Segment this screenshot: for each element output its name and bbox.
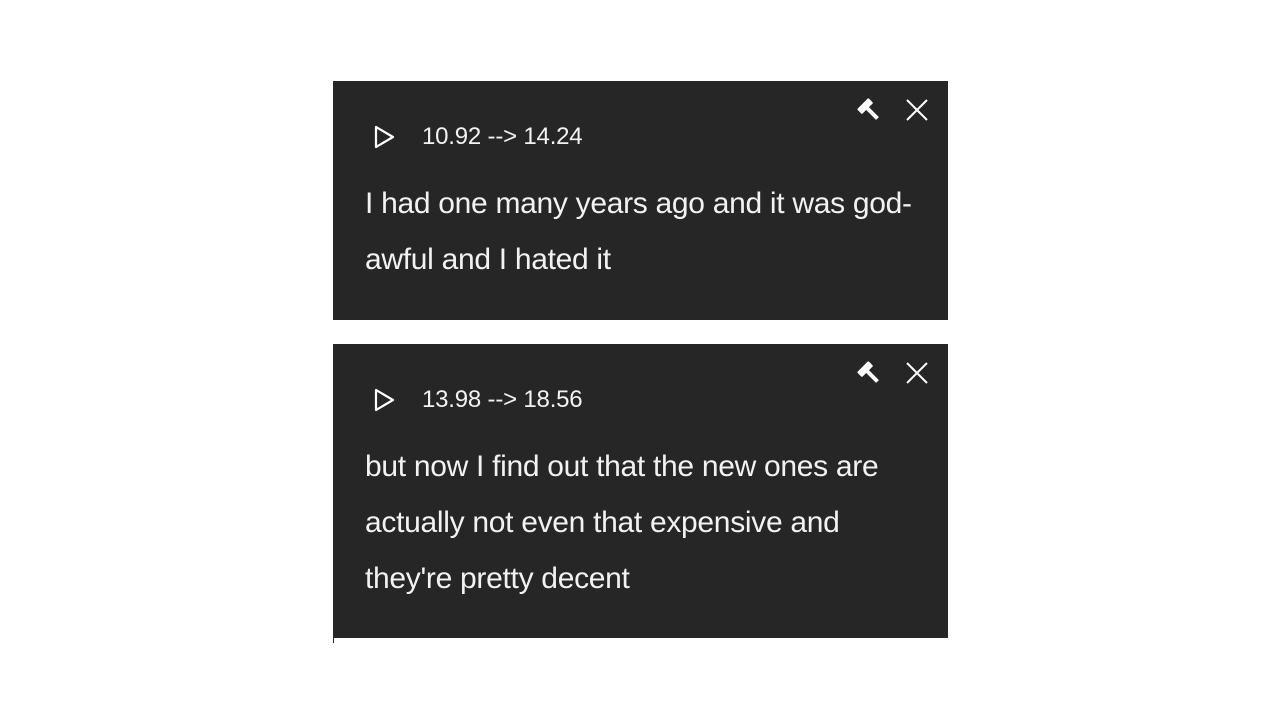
hammer-icon[interactable] xyxy=(854,358,884,388)
subtitle-segment: 10.92 --> 14.24 I had one many years ago… xyxy=(333,81,948,320)
play-icon[interactable] xyxy=(371,124,397,150)
timecode: 10.92 --> 14.24 xyxy=(422,123,583,150)
play-icon[interactable] xyxy=(371,387,397,413)
time-row: 13.98 --> 18.56 xyxy=(371,384,583,416)
hammer-icon[interactable] xyxy=(854,95,884,125)
segment-tools xyxy=(854,358,932,388)
caption-text[interactable]: but now I find out that the new ones are… xyxy=(365,439,924,607)
timecode: 13.98 --> 18.56 xyxy=(422,386,583,413)
caption-text[interactable]: I had one many years ago and it was god-… xyxy=(365,176,924,288)
subtitle-segment: 13.98 --> 18.56 but now I find out that … xyxy=(333,344,948,638)
panel-edge xyxy=(333,636,334,643)
segment-tools xyxy=(854,95,932,125)
close-icon[interactable] xyxy=(902,95,932,125)
time-row: 10.92 --> 14.24 xyxy=(371,121,583,153)
close-icon[interactable] xyxy=(902,358,932,388)
